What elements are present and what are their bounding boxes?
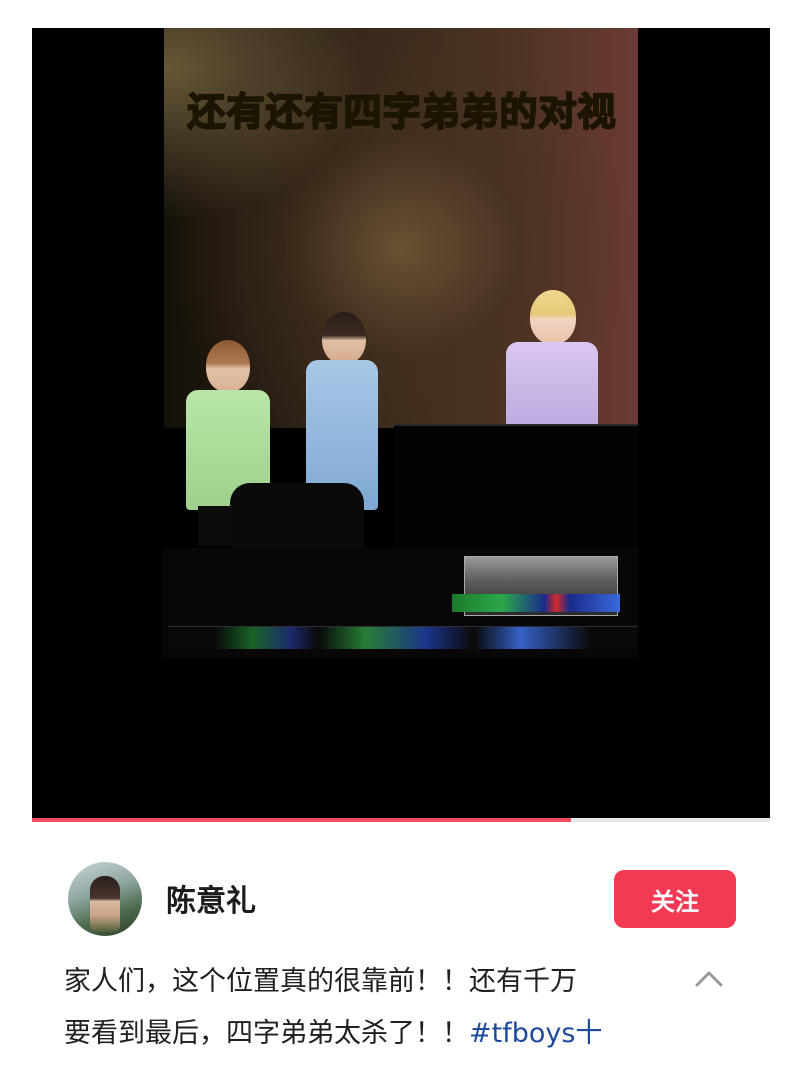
hashtag-link[interactable]: #tfboys十 — [469, 1018, 602, 1049]
video-caption: 还有还有四字弟弟的对视 — [186, 89, 617, 135]
post-line-2-text: 要看到最后，四字弟弟太杀了！！ — [64, 1018, 469, 1049]
video-player[interactable]: 还有还有四字弟弟的对视 — [32, 28, 770, 820]
performer-right — [504, 290, 600, 440]
post-page: 还有还有四字弟弟的对视 陈意礼 关注 家人们，这个位置真的很靠前！！还有千万 要… — [0, 0, 800, 1065]
stage-led-strip — [168, 626, 638, 649]
post-line-2: 要看到最后，四字弟弟太杀了！！#tfboys十 — [64, 1008, 664, 1060]
post-line-1: 家人们，这个位置真的很靠前！！还有千万 — [64, 966, 577, 997]
video-progress-bar[interactable] — [32, 818, 770, 822]
video-frame — [164, 28, 638, 546]
video-progress-fill — [32, 818, 571, 822]
avatar[interactable] — [68, 862, 142, 936]
follow-button[interactable]: 关注 — [614, 870, 736, 928]
stage-monitor-left — [230, 483, 364, 553]
post-description: 家人们，这个位置真的很靠前！！还有千万 要看到最后，四字弟弟太杀了！！#tfbo… — [64, 956, 664, 1060]
chevron-up-icon[interactable] — [694, 966, 724, 990]
equipment-screen — [452, 594, 620, 612]
author-name[interactable]: 陈意礼 — [166, 876, 256, 920]
